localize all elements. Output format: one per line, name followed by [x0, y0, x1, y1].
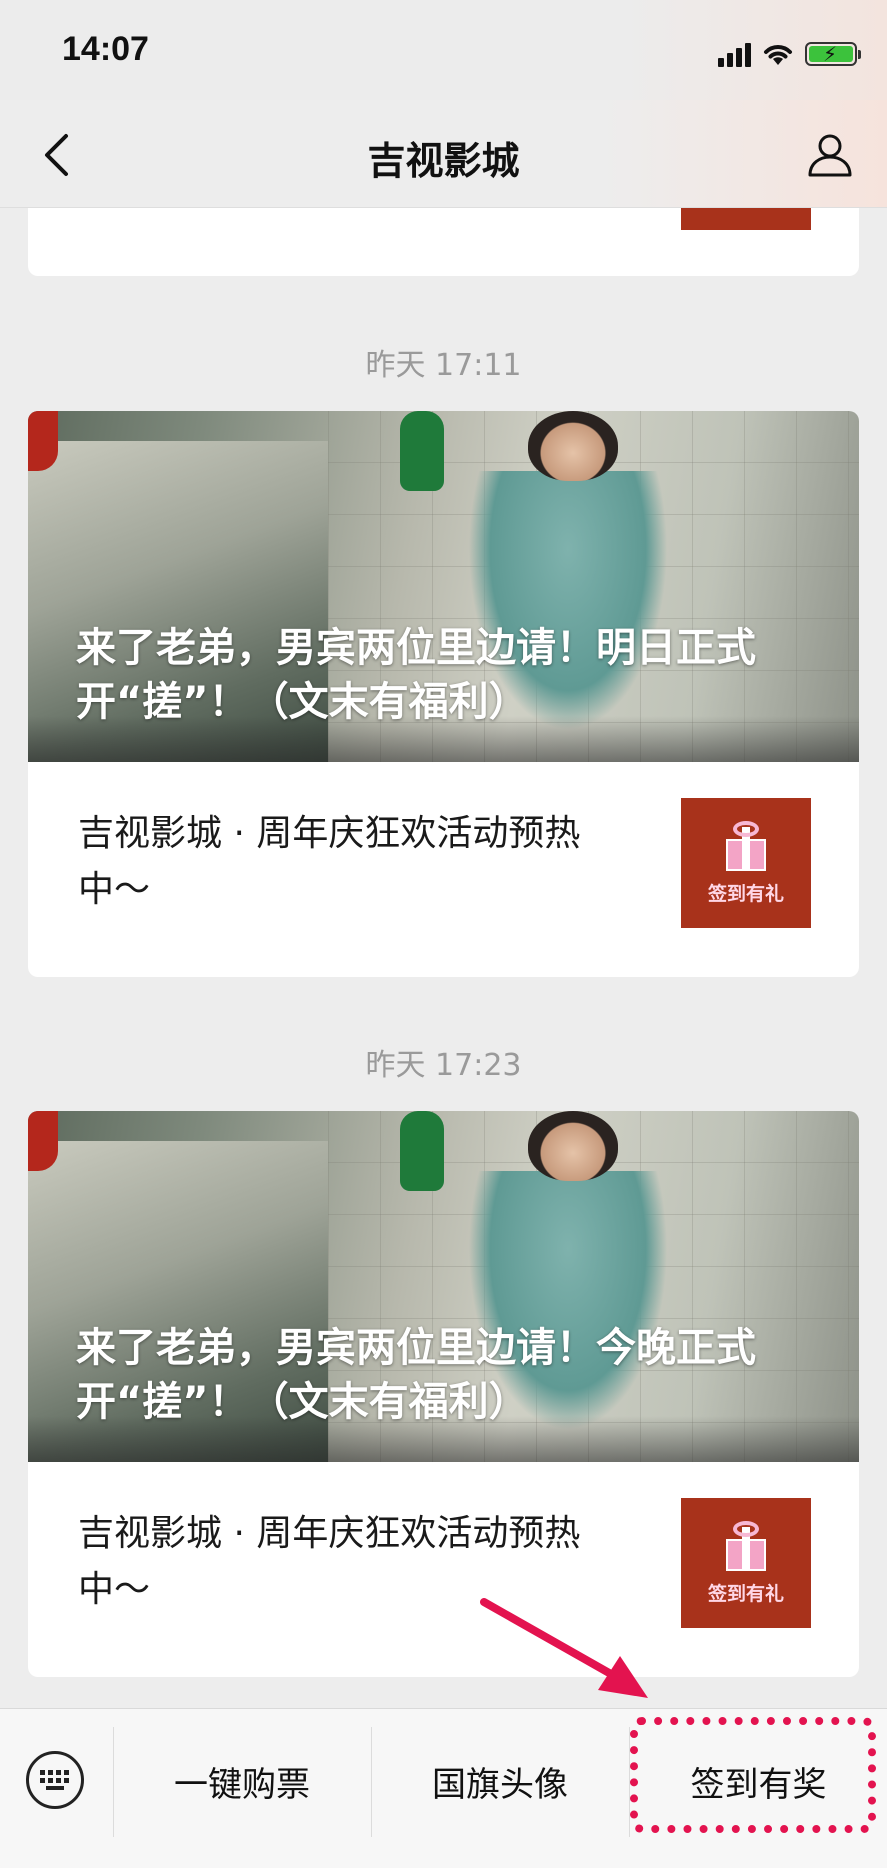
- signal-icon: [718, 41, 751, 67]
- profile-button[interactable]: [803, 128, 857, 182]
- article-card[interactable]: 来了老弟，男宾两位里边请！今晚正式开“搓”！（文末有福利） 吉视影城 · 周年庆…: [28, 1111, 859, 1677]
- thumbnail-label: 签到有礼: [707, 1582, 784, 1605]
- article-headline[interactable]: 来了老弟，男宾两位里边请！明日正式开“搓”！（文末有福利）: [76, 621, 799, 729]
- article-thumbnail: 签到有礼: [681, 1498, 811, 1628]
- gift-icon: [723, 820, 769, 871]
- menu-item-flag-avatar[interactable]: 国旗头像: [372, 1753, 628, 1809]
- nav-bar: 吉视影城: [0, 100, 887, 208]
- article-subtitle[interactable]: 吉视影城 · 周年庆狂欢活动预热中～: [78, 806, 598, 918]
- battery-charging-icon: ⚡: [805, 42, 861, 66]
- article-headline[interactable]: 来了老弟，男宾两位里边请！今晚正式开“搓”！（文末有福利）: [76, 1321, 799, 1429]
- menu-item-buy-tickets[interactable]: 一键购票: [114, 1753, 370, 1809]
- status-bar: 14:07 ⚡: [0, 0, 887, 100]
- highlight-annotation: [630, 1717, 876, 1833]
- message-timestamp: 昨天 17:11: [365, 348, 522, 383]
- article-thumbnail: 签到有礼: [681, 798, 811, 928]
- message-timestamp: 昨天 17:23: [365, 1048, 522, 1083]
- article-sub-item[interactable]: 吉视影城 · 周年庆狂欢活动预热中～ 签到有礼: [28, 762, 859, 977]
- article-cover-image[interactable]: 来了老弟，男宾两位里边请！今晚正式开“搓”！（文末有福利）: [28, 1111, 859, 1462]
- article-sub-item[interactable]: 吉视影城 · 周年庆狂欢活动预热中～ 签到有礼: [28, 1462, 859, 1677]
- status-icons: ⚡: [718, 36, 861, 72]
- wifi-icon: [764, 45, 792, 65]
- arrow-annotation-icon: [480, 1598, 648, 1698]
- thumbnail-label: 签到有礼: [707, 882, 784, 905]
- keyboard-icon: [40, 1770, 69, 1790]
- status-time: 14:07: [62, 30, 149, 68]
- article-cover-image[interactable]: 来了老弟，男宾两位里边请！明日正式开“搓”！（文末有福利）: [28, 411, 859, 762]
- person-icon: [808, 134, 852, 177]
- article-card[interactable]: 来了老弟，男宾两位里边请！明日正式开“搓”！（文末有福利） 吉视影城 · 周年庆…: [28, 411, 859, 977]
- gift-icon: [723, 1520, 769, 1571]
- keyboard-toggle-button[interactable]: [26, 1751, 84, 1809]
- page-title: 吉视影城: [367, 139, 520, 183]
